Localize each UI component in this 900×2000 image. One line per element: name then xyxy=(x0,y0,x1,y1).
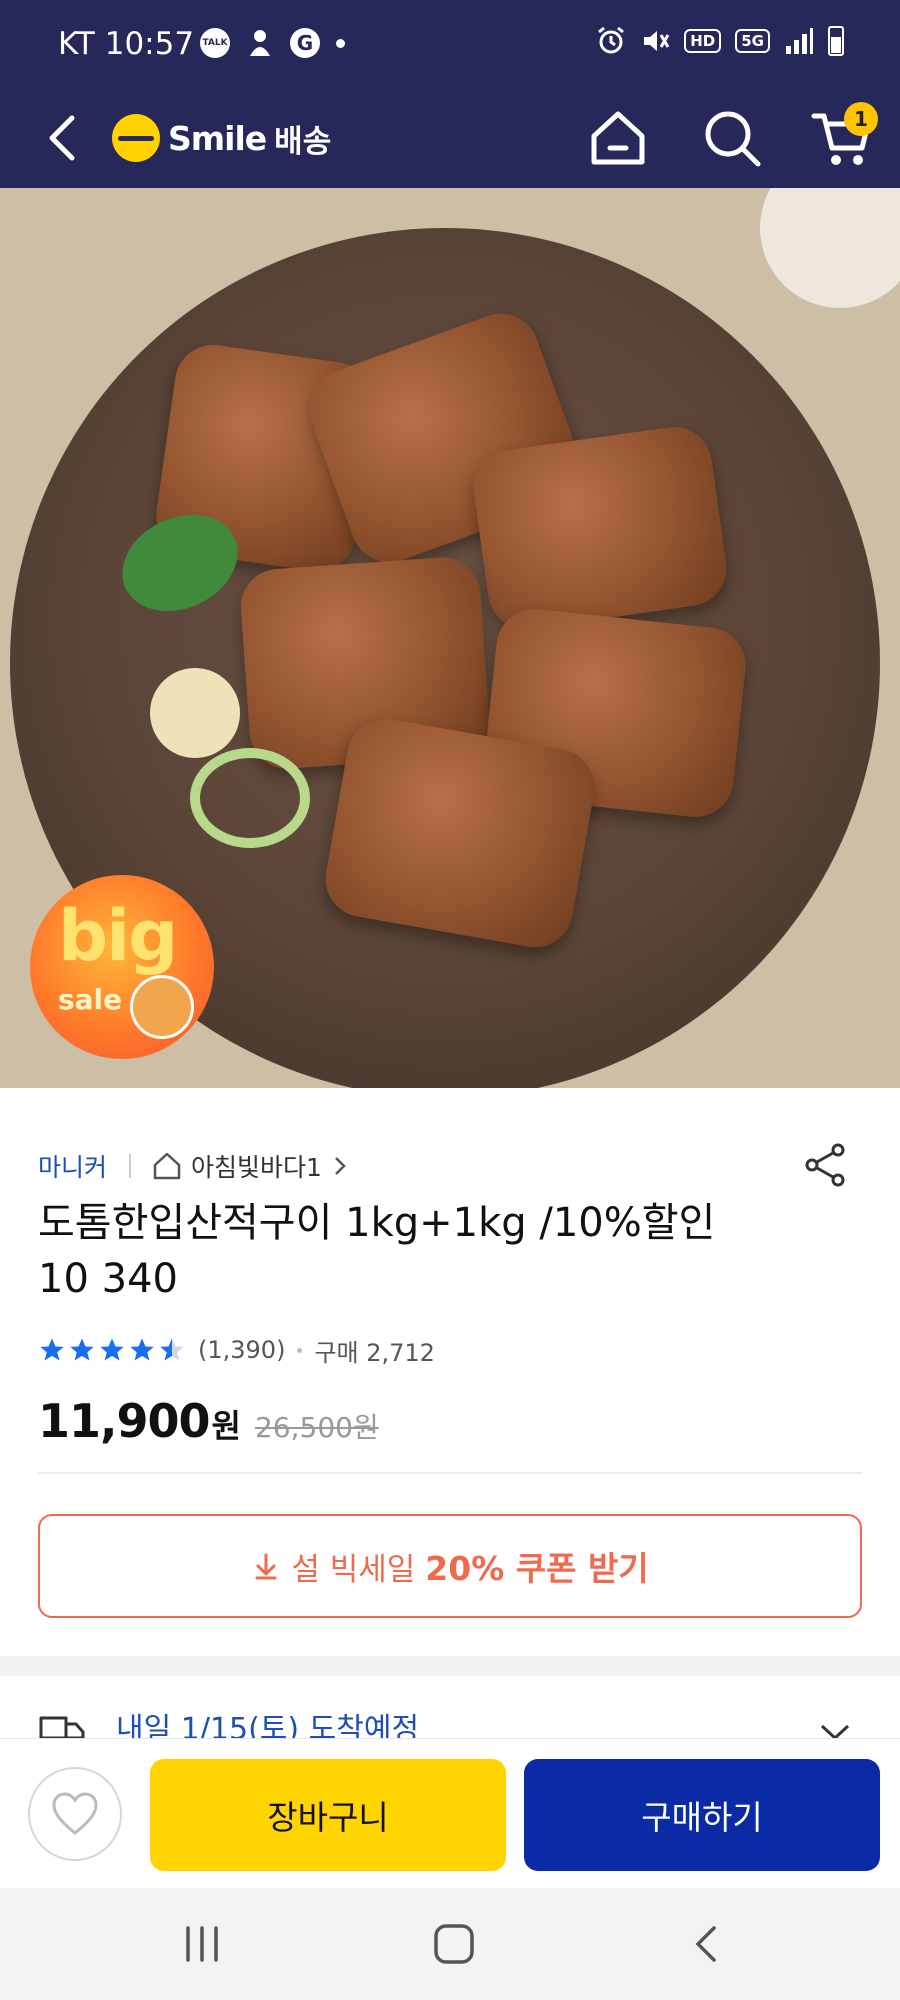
purchase-count: 구매 2,712 xyxy=(314,1338,435,1367)
logo-text-ko: 배송 xyxy=(274,123,332,160)
big-sale-badge: big sale xyxy=(30,875,214,1059)
home-button[interactable] xyxy=(580,100,656,176)
star-rating xyxy=(38,1336,186,1364)
back-nav-button[interactable] xyxy=(676,1916,736,1972)
notification-icon xyxy=(250,30,270,56)
section-gap xyxy=(0,1656,900,1676)
search-icon xyxy=(705,111,761,167)
add-to-cart-button[interactable]: 장바구니 xyxy=(150,1759,506,1871)
star-full-icon xyxy=(100,1338,124,1361)
divider xyxy=(38,1472,862,1474)
rating-row[interactable]: (1,390) 구매 2,712 xyxy=(38,1333,435,1367)
mute-icon xyxy=(644,31,670,51)
original-price: 26,500원 xyxy=(254,1411,379,1444)
back-chevron-icon xyxy=(695,1926,716,1962)
badge-big-text: big xyxy=(58,895,178,977)
price-unit: 원 xyxy=(211,1407,241,1445)
download-arrow-icon xyxy=(255,1553,277,1580)
store-link[interactable]: 아침빛바다1 xyxy=(191,1148,322,1184)
mushroom-garnish xyxy=(150,668,240,758)
search-button[interactable] xyxy=(694,100,770,176)
back-arrow-icon[interactable] xyxy=(36,110,92,166)
badge-sale-text: sale xyxy=(58,983,123,1016)
star-full-icon xyxy=(70,1338,94,1361)
brand-link[interactable]: 마니커 xyxy=(38,1148,107,1184)
dot-separator xyxy=(297,1347,303,1353)
garlic-decoration xyxy=(760,188,900,308)
recents-button[interactable] xyxy=(172,1916,232,1972)
status-right-icons: HD 5G xyxy=(596,26,844,56)
status-bar: KT 10:57 TALK G HD 5G xyxy=(0,0,900,90)
brand-row: 마니커 아침빛바다1 xyxy=(38,1148,348,1184)
smile-logo-icon xyxy=(112,114,160,162)
star-half-icon xyxy=(160,1338,184,1361)
patty xyxy=(468,422,732,634)
status-time: KT 10:57 xyxy=(58,26,195,62)
chevron-right-icon xyxy=(335,1157,346,1175)
home-icon xyxy=(591,111,645,165)
cart-count-badge: 1 xyxy=(844,102,878,136)
alarm-icon xyxy=(598,26,625,54)
share-icon[interactable] xyxy=(800,1140,850,1190)
top-bar: KT 10:57 TALK G HD 5G Smile 배송 1 xyxy=(0,0,900,188)
talk-icon: TALK xyxy=(200,28,230,58)
home-square-icon xyxy=(434,1924,474,1964)
status-left-icons: TALK G xyxy=(200,28,345,58)
brand-divider xyxy=(129,1154,132,1178)
coupon-button[interactable]: 설 빅세일 20% 쿠폰 받기 xyxy=(38,1514,862,1618)
star-full-icon xyxy=(130,1338,154,1361)
green-onion-garnish xyxy=(190,748,310,848)
5g-icon: 5G xyxy=(735,29,770,53)
product-title-line1: 도톰한입산적구이 1kg+1kg /10%할인 xyxy=(38,1200,716,1246)
coupon-label: 설 빅세일 xyxy=(291,1551,416,1588)
patty xyxy=(319,712,601,954)
android-nav-bar xyxy=(0,1888,900,2000)
smile-delivery-logo[interactable]: Smile 배송 xyxy=(112,110,331,166)
app-header: Smile 배송 1 xyxy=(0,90,900,188)
coupon-label-strong: 20% 쿠폰 받기 xyxy=(425,1549,649,1588)
recents-icon xyxy=(186,1926,218,1962)
sale-price: 11,900 xyxy=(38,1394,211,1448)
buy-now-button[interactable]: 구매하기 xyxy=(524,1759,880,1871)
hd-icon: HD xyxy=(684,29,722,53)
product-title: 도톰한입산적구이 1kg+1kg /10%할인 10 340 xyxy=(38,1195,798,1307)
price-row: 11,900 원 26,500원 xyxy=(38,1394,379,1448)
store-icon xyxy=(153,1152,181,1180)
review-count: (1,390) xyxy=(198,1336,286,1364)
battery-icon xyxy=(828,26,844,56)
wishlist-button[interactable] xyxy=(28,1767,122,1861)
signal-icon xyxy=(786,28,813,54)
g-icon: G xyxy=(290,28,320,58)
star-full-icon xyxy=(40,1338,64,1361)
status-dot xyxy=(336,38,345,48)
product-title-line2: 10 340 xyxy=(38,1256,178,1302)
purchase-action-bar: 장바구니 구매하기 xyxy=(0,1738,900,1888)
heart-icon xyxy=(52,1792,98,1835)
home-nav-button[interactable] xyxy=(424,1916,484,1972)
cart-button[interactable]: 1 xyxy=(804,100,880,176)
logo-text-en: Smile xyxy=(168,118,267,158)
tiger-mascot-icon xyxy=(130,975,194,1039)
